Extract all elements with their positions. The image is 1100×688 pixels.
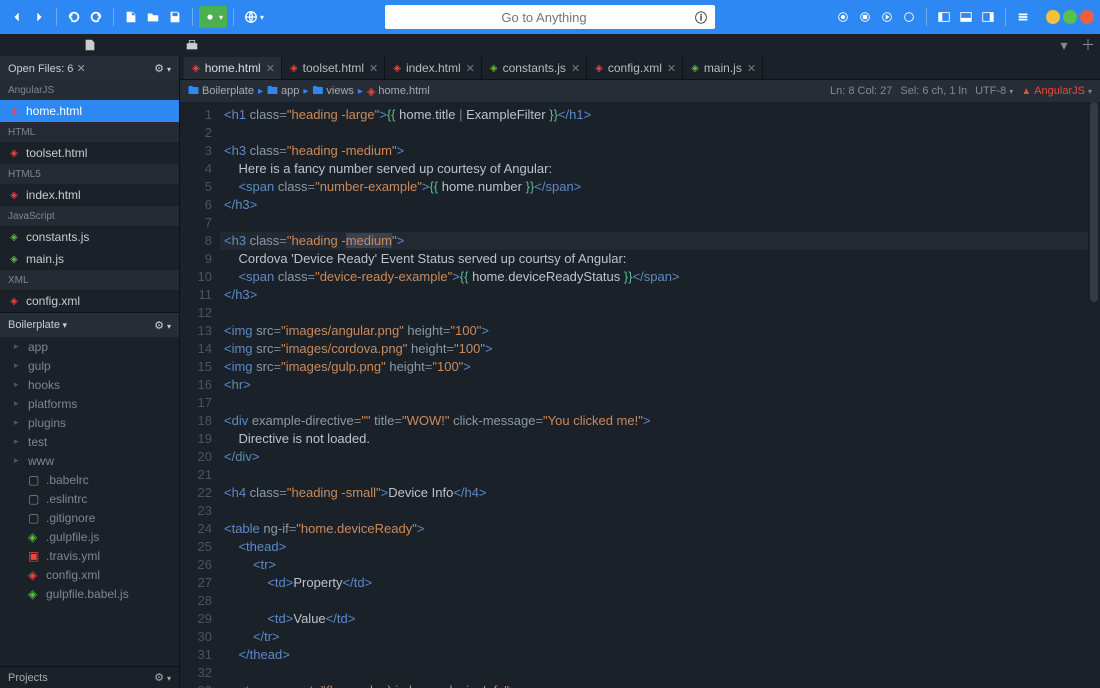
breadcrumb-bar: 🖿 Boilerplate▸🖿 app▸🖿 views▸◈ home.html … <box>180 80 1100 102</box>
browser-preview-button[interactable]: ▾ <box>240 6 268 28</box>
vertical-scrollbar[interactable] <box>1088 102 1100 688</box>
open-file-item[interactable]: ◈constants.js <box>0 226 179 248</box>
main-toolbar: ▾ ▾ ⓘ <box>0 0 1100 34</box>
project-item[interactable]: ▸app <box>0 337 179 356</box>
open-file-item[interactable]: ◈main.js <box>0 248 179 270</box>
code-text[interactable]: <h1 class="heading -large">{{ home.title… <box>220 102 1100 688</box>
breadcrumb-item[interactable]: 🖿 views <box>312 82 354 101</box>
project-item[interactable]: ▢.babelrc <box>0 470 179 489</box>
pane-left-button[interactable] <box>933 6 955 28</box>
projects-gear-icon[interactable]: ⚙ ▾ <box>154 671 171 684</box>
stop-macro-button[interactable] <box>854 6 876 28</box>
redo-button[interactable] <box>85 6 107 28</box>
open-file-item[interactable]: ◈home.html <box>0 100 179 122</box>
forward-button[interactable] <box>28 6 50 28</box>
go-to-anything-search[interactable]: ⓘ <box>385 5 715 29</box>
project-item[interactable]: ▢.eslintrc <box>0 489 179 508</box>
close-tab-icon[interactable]: ✕ <box>747 62 756 75</box>
projects-footer[interactable]: Projects ⚙ ▾ <box>0 666 179 688</box>
open-file-button[interactable] <box>142 6 164 28</box>
save-button[interactable] <box>164 6 186 28</box>
back-button[interactable] <box>6 6 28 28</box>
close-tab-icon[interactable]: ✕ <box>571 62 580 75</box>
encoding[interactable]: UTF-8 ▾ <box>975 85 1013 97</box>
project-item[interactable]: ▸hooks <box>0 375 179 394</box>
project-gear-icon[interactable]: ⚙ ▾ <box>154 319 171 332</box>
maximize-button[interactable] <box>1063 10 1077 24</box>
close-tab-icon[interactable]: ✕ <box>667 62 676 75</box>
breadcrumb-item[interactable]: 🖿 app <box>267 82 299 101</box>
new-tab-button[interactable]: ＋ <box>1076 35 1100 55</box>
toolbox-row: ▾ ＋ <box>0 34 1100 56</box>
open-files-gear-icon[interactable]: ⚙ ▾ <box>154 62 171 75</box>
line-gutter[interactable]: 1234567891011121314151617181920212223242… <box>180 102 220 688</box>
new-file-button[interactable] <box>120 6 142 28</box>
project-item[interactable]: ▸plugins <box>0 413 179 432</box>
breadcrumb-item[interactable]: 🖿 Boilerplate <box>188 82 254 101</box>
project-item[interactable]: ◈.gulpfile.js <box>0 527 179 546</box>
open-files-header[interactable]: Open Files: 6 ✕ ⚙ ▾ <box>0 56 179 80</box>
sidebar-group: XML <box>0 270 179 290</box>
tab-list-button[interactable]: ▾ <box>1052 35 1076 55</box>
project-item[interactable]: ◈gulpfile.babel.js <box>0 584 179 603</box>
window-controls <box>1046 10 1094 24</box>
toolbox-icon[interactable] <box>180 35 204 55</box>
close-button[interactable] <box>1080 10 1094 24</box>
file-tab[interactable]: ◈constants.js✕ <box>482 57 587 79</box>
file-tabs: ◈home.html✕◈toolset.html✕◈index.html✕◈co… <box>180 56 1100 80</box>
project-item[interactable]: ▸www <box>0 451 179 470</box>
selection-info: Sel: 6 ch, 1 ln <box>900 85 967 97</box>
editor-area: ◈home.html✕◈toolset.html✕◈index.html✕◈co… <box>180 56 1100 688</box>
close-tab-icon[interactable]: ✕ <box>369 62 378 75</box>
project-item[interactable]: ▣.travis.yml <box>0 546 179 565</box>
language-mode[interactable]: ▲ AngularJS ▾ <box>1021 85 1092 97</box>
search-input[interactable] <box>393 10 695 25</box>
run-button[interactable]: ▾ <box>199 6 227 28</box>
minimize-button[interactable] <box>1046 10 1060 24</box>
project-item[interactable]: ◈config.xml <box>0 565 179 584</box>
close-tab-icon[interactable]: ✕ <box>466 62 475 75</box>
menu-button[interactable] <box>1012 6 1034 28</box>
project-item[interactable]: ▢.gitignore <box>0 508 179 527</box>
sidebar-group: HTML5 <box>0 164 179 184</box>
project-header[interactable]: Boilerplate ⚙ ▾ <box>0 313 179 337</box>
project-item[interactable]: ▸test <box>0 432 179 451</box>
cursor-position: Ln: 8 Col: 27 <box>830 85 892 97</box>
sidebar-group: AngularJS <box>0 80 179 100</box>
save-macro-button[interactable] <box>898 6 920 28</box>
sidebar-group: JavaScript <box>0 206 179 226</box>
project-item[interactable]: ▸gulp <box>0 356 179 375</box>
code-editor[interactable]: 1234567891011121314151617181920212223242… <box>180 102 1100 688</box>
undo-button[interactable] <box>63 6 85 28</box>
close-open-files-icon[interactable]: ✕ <box>76 63 85 75</box>
pane-bottom-button[interactable] <box>955 6 977 28</box>
project-item[interactable]: ▸platforms <box>0 394 179 413</box>
places-icon[interactable] <box>78 35 102 55</box>
search-info-icon: ⓘ <box>695 9 707 26</box>
open-file-item[interactable]: ◈config.xml <box>0 290 179 312</box>
open-file-item[interactable]: ◈toolset.html <box>0 142 179 164</box>
close-tab-icon[interactable]: ✕ <box>266 62 275 75</box>
open-file-item[interactable]: ◈index.html <box>0 184 179 206</box>
sidebar-group: HTML <box>0 122 179 142</box>
file-tab[interactable]: ◈toolset.html✕ <box>282 57 385 79</box>
file-tab[interactable]: ◈main.js✕ <box>683 57 763 79</box>
pane-right-button[interactable] <box>977 6 999 28</box>
file-tab[interactable]: ◈config.xml✕ <box>587 57 683 79</box>
play-macro-button[interactable] <box>876 6 898 28</box>
file-tab[interactable]: ◈home.html✕ <box>184 57 282 79</box>
breadcrumb-item[interactable]: ◈ home.html <box>367 85 430 98</box>
sidebar: Open Files: 6 ✕ ⚙ ▾ AngularJS◈home.htmlH… <box>0 56 180 688</box>
record-macro-button[interactable] <box>832 6 854 28</box>
file-tab[interactable]: ◈index.html✕ <box>385 57 482 79</box>
